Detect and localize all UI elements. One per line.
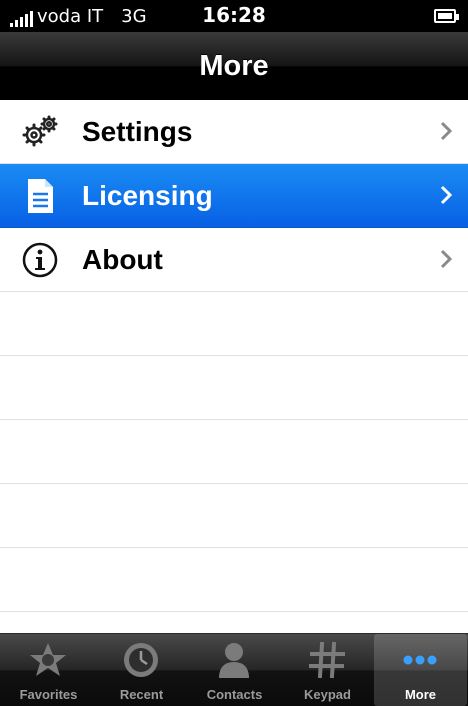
tab-label: Keypad bbox=[304, 687, 351, 702]
empty-row bbox=[0, 484, 468, 548]
keypad-icon bbox=[309, 641, 345, 679]
chevron-right-icon bbox=[440, 249, 452, 269]
info-icon bbox=[22, 242, 58, 278]
status-bar: voda IT 3G 16:28 bbox=[0, 0, 468, 32]
menu-item-label: Settings bbox=[82, 116, 193, 147]
chevron-right-icon bbox=[440, 185, 452, 205]
page-title: More bbox=[199, 50, 269, 82]
menu-item-licensing[interactable]: Licensing bbox=[0, 164, 468, 228]
person-icon bbox=[219, 643, 249, 678]
menu-item-label: About bbox=[82, 244, 163, 275]
menu-item-settings[interactable]: Settings bbox=[0, 100, 468, 164]
tab-label: Contacts bbox=[206, 687, 263, 702]
tab-bar: Favorites Recent Contacts Keypad More bbox=[0, 633, 468, 706]
tab-label: Recent bbox=[119, 687, 164, 702]
menu-item-label: Licensing bbox=[82, 180, 213, 211]
tab-keypad[interactable]: Keypad bbox=[281, 634, 374, 706]
star-icon bbox=[30, 643, 66, 676]
gears-icon bbox=[22, 115, 58, 147]
empty-row bbox=[0, 420, 468, 484]
document-icon bbox=[28, 179, 53, 213]
tab-label: Favorites bbox=[19, 687, 78, 702]
battery-icon bbox=[434, 9, 459, 23]
menu-item-about[interactable]: About bbox=[0, 228, 468, 292]
status-time: 16:28 bbox=[202, 3, 266, 27]
more-dots-icon bbox=[403, 655, 437, 665]
navigation-bar: More bbox=[0, 32, 468, 101]
empty-row bbox=[0, 356, 468, 420]
chevron-right-icon bbox=[440, 121, 452, 141]
empty-row bbox=[0, 548, 468, 612]
tab-favorites[interactable]: Favorites bbox=[2, 634, 95, 706]
tab-contacts[interactable]: Contacts bbox=[188, 634, 281, 706]
empty-row bbox=[0, 292, 468, 356]
clock-icon bbox=[124, 643, 158, 677]
tab-recent[interactable]: Recent bbox=[95, 634, 188, 706]
more-menu-list: Settings Licensing About bbox=[0, 100, 468, 612]
tab-label: More bbox=[404, 687, 437, 702]
tab-more[interactable]: More bbox=[374, 634, 467, 706]
